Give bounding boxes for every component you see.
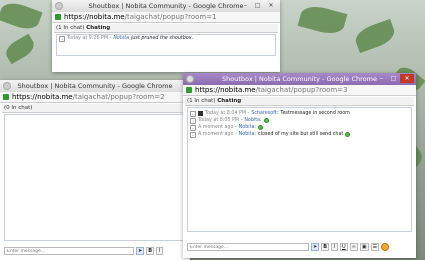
chat-composer: ➤ B I — [4, 246, 186, 256]
message-time: A moment ago - — [198, 132, 237, 137]
message-time: Today at 8:05 PM - — [198, 118, 243, 123]
url-host: https://nobita.me — [12, 93, 73, 101]
delete-message-icon[interactable]: − — [190, 131, 196, 138]
smiley-icon — [345, 132, 351, 137]
url-path: /taigachat/popup?room=1 — [124, 13, 217, 21]
send-button[interactable]: ➤ — [311, 243, 320, 251]
message-input[interactable] — [4, 247, 134, 255]
message-row: − Today at 8:04 PM - Scharesoft: Testmes… — [188, 110, 411, 117]
message-time: Today at 8:04 PM - — [205, 111, 250, 116]
url-path: /taigachat/popup?room=2 — [72, 93, 165, 101]
list-icon[interactable]: ☰ — [370, 243, 380, 251]
window-title: Shoutbox | Nobita Community - Google Chr… — [88, 2, 244, 10]
message-list — [4, 114, 186, 241]
message-text: Testmessage in second room — [280, 111, 350, 116]
avatar — [198, 111, 203, 116]
message-list: − Today at 8:04 PM - Scharesoft: Testmes… — [187, 107, 412, 232]
leaf-decoration — [352, 18, 398, 54]
chat-composer: ➤ B I U ∞ ▣ ☰ — [187, 242, 412, 252]
delete-message-icon[interactable]: − — [190, 110, 196, 117]
message-row: − A moment ago - Nobita: — [188, 124, 411, 131]
maximize-button[interactable]: □ — [252, 1, 263, 10]
smiley-icon — [258, 125, 264, 130]
message-text: closed of my site but still send chat — [258, 132, 344, 137]
message-user[interactable]: Nobita: — [244, 118, 261, 123]
italic-button[interactable]: I — [331, 243, 339, 251]
message-text: just pruned the shoutbox. — [131, 36, 194, 41]
address-bar[interactable]: https://nobita.me /taigachat/popup?room=… — [183, 85, 416, 96]
chat-window-room-2: Shoutbox | Nobita Community - Google Chr… — [0, 80, 190, 260]
link-icon[interactable]: ∞ — [349, 243, 358, 251]
chat-count: (0 In chat) — [4, 105, 33, 111]
chrome-icon — [3, 82, 11, 90]
address-bar[interactable]: https://nobita.me /taigachat/popup?room=… — [52, 12, 280, 23]
url-host: https://nobita.me — [195, 86, 256, 94]
chrome-icon — [55, 2, 63, 10]
leaf-decoration — [2, 33, 38, 65]
italic-button[interactable]: I — [156, 247, 164, 255]
leaf-decoration — [0, 0, 43, 34]
bold-button[interactable]: B — [146, 247, 155, 255]
smiley-icon — [263, 118, 269, 123]
minimize-button[interactable]: – — [376, 74, 387, 83]
lock-icon — [186, 87, 192, 93]
chat-window-room-1: Shoutbox | Nobita Community - Google Chr… — [52, 0, 280, 72]
chat-count: (1 In chat) — [187, 98, 216, 104]
message-user[interactable]: Scharesoft: — [251, 111, 278, 116]
emoticon-icon[interactable] — [381, 243, 390, 251]
message-row: − Today at 9:26 PM - Nobita just pruned … — [57, 35, 275, 42]
message-row: − Today at 8:05 PM - Nobita: — [188, 117, 411, 124]
message-time: Today at 9:26 PM - — [67, 36, 112, 41]
chat-status: Chating — [217, 98, 242, 104]
window-title: Shoutbox | Nobita Community - Google Chr… — [17, 82, 173, 90]
window-title: Shoutbox | Nobita Community - Google Chr… — [222, 75, 377, 83]
message-row: − A moment ago - Nobita: closed of my si… — [188, 131, 411, 138]
message-user[interactable]: Nobita: — [239, 125, 256, 130]
close-button[interactable]: ✕ — [400, 74, 414, 83]
send-button[interactable]: ➤ — [136, 247, 145, 255]
maximize-button[interactable]: □ — [388, 74, 399, 83]
chat-content: (1 In chat) Chating − Today at 9:26 PM -… — [54, 24, 278, 70]
chat-header: (1 In chat) Chating — [185, 97, 414, 106]
chat-status: Chating — [86, 25, 111, 31]
delete-message-icon[interactable]: − — [59, 35, 65, 42]
chrome-icon — [186, 75, 194, 83]
chat-content: (0 In chat) ➤ B I — [2, 104, 188, 258]
delete-message-icon[interactable]: − — [190, 117, 196, 124]
lock-icon — [3, 94, 9, 100]
chat-header: (0 In chat) — [2, 104, 188, 113]
url-host: https://nobita.me — [64, 13, 125, 21]
underline-button[interactable]: U — [340, 243, 348, 251]
minimize-button[interactable]: – — [240, 1, 251, 10]
bold-button[interactable]: B — [321, 243, 330, 251]
message-input[interactable] — [187, 243, 309, 251]
chat-window-room-3: Shoutbox | Nobita Community - Google Chr… — [183, 73, 416, 258]
message-list: − Today at 9:26 PM - Nobita just pruned … — [56, 34, 276, 56]
lock-icon — [55, 14, 61, 20]
close-button[interactable]: ✕ — [264, 1, 278, 10]
chat-header: (1 In chat) Chating — [54, 24, 278, 33]
message-user[interactable]: Nobita — [113, 36, 129, 41]
chat-content: (1 In chat) Chating − Today at 8:04 PM -… — [185, 97, 414, 256]
address-bar[interactable]: https://nobita.me /taigachat/popup?room=… — [0, 92, 190, 103]
url-path: /taigachat/popup?room=3 — [255, 86, 348, 94]
leaf-decoration — [297, 2, 348, 38]
image-icon[interactable]: ▣ — [359, 243, 369, 251]
message-user[interactable]: Nobita: — [239, 132, 256, 137]
window-controls: – □ ✕ — [376, 74, 414, 83]
delete-message-icon[interactable]: − — [190, 124, 196, 131]
chat-count: (1 In chat) — [56, 25, 85, 31]
window-controls: – □ ✕ — [240, 1, 278, 10]
message-time: A moment ago - — [198, 125, 237, 130]
